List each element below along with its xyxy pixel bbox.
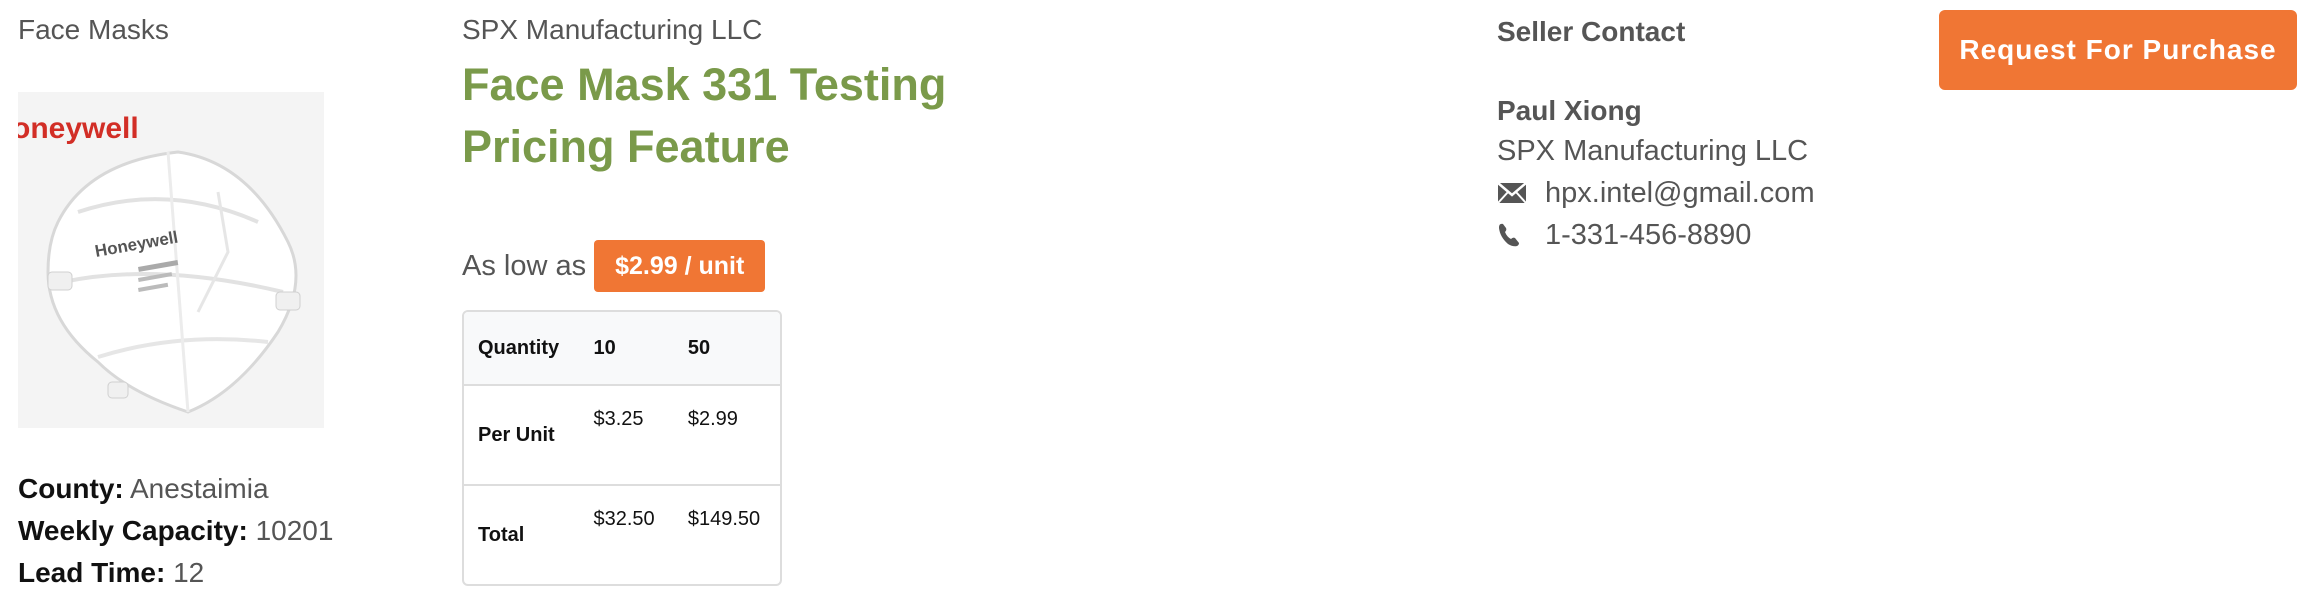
- table-cell: $149.50: [687, 508, 761, 530]
- table-header-row: Quantity 10 50: [464, 312, 780, 386]
- contact-phone[interactable]: 1-331-456-8890: [1545, 214, 1751, 256]
- table-row: Per Unit $3.25 $2.99: [464, 386, 780, 486]
- request-for-purchase-button[interactable]: Request For Purchase: [1939, 10, 2297, 90]
- contact-name: Paul Xiong: [1497, 95, 1642, 126]
- seller-name[interactable]: SPX Manufacturing LLC: [462, 14, 762, 46]
- table-row-label: Per Unit: [464, 386, 580, 486]
- contact-phone-row: 1-331-456-8890: [1497, 214, 1997, 256]
- table-row-label: Total: [478, 523, 525, 546]
- image-brand-text: oneywell: [18, 112, 139, 145]
- spec-label: County:: [18, 473, 124, 504]
- spec-value: Anestaimia: [130, 473, 269, 504]
- contact-email[interactable]: hpx.intel@gmail.com: [1545, 172, 1815, 214]
- product-specs: County: Anestaimia Weekly Capacity: 1020…: [18, 468, 333, 594]
- face-mask-image: oneywell Honeywell: [18, 92, 324, 428]
- as-low-as-label: As low as: [462, 249, 587, 282]
- table-cell: $2.99: [673, 386, 780, 486]
- spec-value: 12: [173, 557, 205, 588]
- envelope-icon: [1497, 182, 1545, 204]
- spec-weekly-capacity: Weekly Capacity: 10201: [18, 510, 333, 552]
- price-summary: As low as $2.99 / unit: [462, 240, 766, 292]
- phone-icon: [1497, 222, 1545, 248]
- contact-company: SPX Manufacturing LLC: [1497, 135, 1809, 167]
- product-title: Face Mask 331 Testing Pricing Feature: [462, 59, 947, 172]
- table-row: Total $32.50 $149.50: [464, 486, 780, 584]
- table-header-cell: 50: [673, 312, 780, 386]
- product-image: oneywell Honeywell: [18, 92, 324, 428]
- table-cell: $32.50: [593, 508, 655, 530]
- table-header-label: Quantity: [464, 312, 580, 386]
- contact-email-row: hpx.intel@gmail.com: [1497, 172, 1997, 214]
- seller-contact-heading: Seller Contact: [1497, 16, 1686, 47]
- spec-label: Weekly Capacity:: [18, 515, 248, 546]
- spec-lead-time: Lead Time: 12: [18, 552, 333, 594]
- spec-label: Lead Time:: [18, 557, 166, 588]
- spec-county: County: Anestaimia: [18, 468, 333, 510]
- seller-contact: Seller Contact Paul Xiong SPX Manufactur…: [1497, 14, 1997, 256]
- pricing-table: Quantity 10 50 Per Unit $3.25 $2.99 Tota…: [462, 310, 782, 586]
- price-badge: $2.99 / unit: [594, 240, 766, 292]
- table-header-cell: 10: [579, 312, 674, 386]
- category-label: Face Masks: [18, 14, 169, 45]
- table-cell: $3.25: [579, 386, 674, 486]
- spec-value: 10201: [255, 515, 334, 546]
